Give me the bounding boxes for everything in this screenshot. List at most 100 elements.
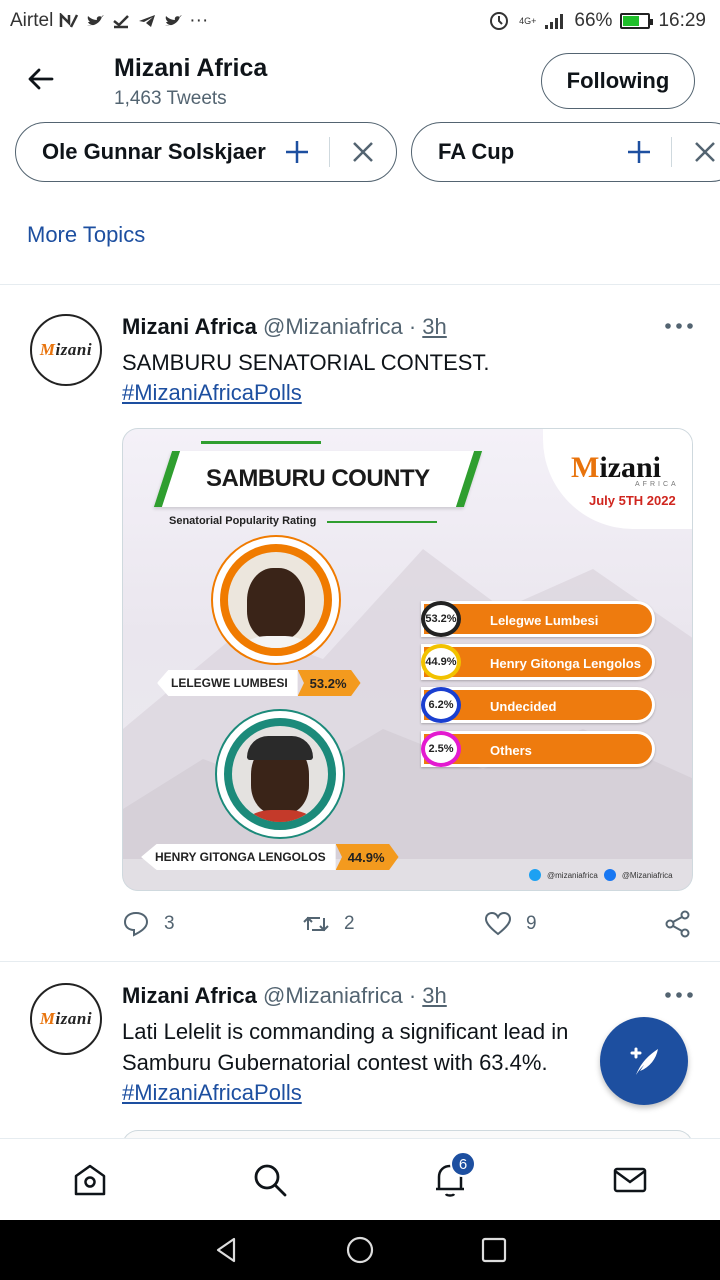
poll-option-label: Undecided: [490, 699, 557, 714]
poll-percent: 53.2%: [421, 601, 461, 637]
rating-label: Senatorial Popularity Rating: [169, 515, 317, 527]
poll-image-card[interactable]: SAMBURU COUNTY Senatorial Popularity Rat…: [122, 428, 693, 891]
reply-action[interactable]: 3: [122, 910, 175, 938]
battery-percent: 66%: [574, 10, 613, 31]
candidate-photo-ring: [211, 535, 341, 665]
tweet-author-name[interactable]: Mizani Africa: [122, 983, 257, 1008]
share-icon[interactable]: [664, 910, 692, 938]
tweet-actions: 3 2 9: [122, 910, 702, 940]
poll-option-label: Others: [490, 743, 532, 758]
clock: 16:29: [658, 10, 706, 31]
county-title: SAMBURU COUNTY: [206, 465, 430, 492]
signal-icon: [545, 14, 564, 29]
tweet-header: Mizani Africa @Mizaniafrica · 3h: [122, 314, 447, 340]
retweet-count: 2: [344, 913, 355, 934]
avatar[interactable]: Mizani: [30, 983, 102, 1055]
candidate-photo-ring: [215, 709, 345, 839]
tweet-divider: [0, 961, 720, 962]
notifications-badge: 6: [450, 1151, 476, 1177]
download-icon: [113, 15, 130, 29]
rating-underline: [327, 521, 437, 523]
more-options-icon[interactable]: [664, 991, 694, 999]
facebook-icon: [603, 869, 616, 881]
compose-feather-icon: [630, 1047, 658, 1075]
banner-accent-line: [201, 441, 321, 444]
following-button[interactable]: Following: [541, 53, 695, 109]
more-options-icon[interactable]: [664, 322, 694, 330]
system-home-icon[interactable]: [346, 1236, 374, 1264]
dismiss-topic-close-icon[interactable]: [350, 139, 376, 165]
data-saver-icon: [490, 12, 509, 30]
share-action[interactable]: [664, 910, 692, 938]
hashtag-link[interactable]: #MizaniAfricaPolls: [122, 380, 302, 406]
follow-topic-plus-icon[interactable]: [624, 137, 654, 167]
carrier-label: Airtel: [10, 10, 54, 31]
tweet-text: Lati Lelelit is commanding a significant…: [122, 1019, 569, 1075]
compose-tweet-button[interactable]: [600, 1017, 688, 1105]
dismiss-topic-close-icon[interactable]: [692, 139, 718, 165]
system-navigation-bar: [0, 1220, 720, 1280]
card-socials: @mizaniafrica @Mizaniafrica: [529, 869, 673, 881]
status-left: Airtel ···: [10, 10, 208, 32]
reply-icon[interactable]: [122, 910, 150, 938]
topic-label: Ole Gunnar Solskjaer: [42, 139, 266, 164]
tweet-handle[interactable]: @Mizaniafrica: [263, 983, 403, 1008]
messages-envelope-icon[interactable]: [611, 1161, 649, 1199]
topic-chip[interactable]: FA Cup: [411, 122, 720, 182]
battery-fill: [623, 16, 640, 26]
tweet-header: Mizani Africa @Mizaniafrica · 3h: [122, 983, 447, 1009]
candidate-face: [228, 568, 324, 648]
tweet-handle[interactable]: @Mizaniafrica: [263, 314, 403, 339]
telegram-icon: [139, 15, 156, 27]
retweet-icon[interactable]: [302, 910, 330, 938]
tweet-text: SAMBURU SENATORIAL CONTEST.: [122, 350, 490, 375]
candidate-photo: [220, 544, 332, 656]
status-right: 4G+ 66% 16:29: [489, 10, 706, 32]
search-icon[interactable]: [251, 1161, 289, 1199]
tweet-dot: ·: [408, 314, 417, 339]
home-icon[interactable]: [71, 1161, 109, 1199]
candidate-percent: 53.2%: [297, 670, 361, 696]
candidate-percent: 44.9%: [335, 844, 399, 870]
network-type: 4G+: [519, 15, 537, 26]
candidate-photo: [224, 718, 336, 830]
chip-separator: [671, 137, 672, 167]
topic-label: FA Cup: [438, 139, 515, 164]
twitter-icon: [165, 15, 183, 26]
topic-chip[interactable]: Ole Gunnar Solskjaer: [15, 122, 397, 182]
like-action[interactable]: 9: [484, 910, 537, 938]
notification-icon: [60, 13, 79, 28]
poll-percent: 2.5%: [421, 731, 461, 767]
brand-subtitle: AFRICA: [635, 481, 679, 488]
status-bar: Airtel ··· 4G+ 66% 16:29: [0, 0, 720, 42]
tweet-author-name[interactable]: Mizani Africa: [122, 314, 257, 339]
follow-topic-plus-icon[interactable]: [282, 137, 312, 167]
bottom-navigation: 6: [0, 1138, 720, 1220]
tweet[interactable]: Mizani Mizani Africa @Mizaniafrica · 3h …: [0, 314, 720, 954]
battery-icon: [620, 13, 654, 29]
more-topics-link[interactable]: More Topics: [27, 222, 145, 248]
system-back-icon[interactable]: [212, 1236, 240, 1264]
avatar-logo: Mizani: [39, 340, 93, 359]
topics-row: Ole Gunnar Solskjaer FA Cup: [0, 120, 720, 184]
twitter-icon: [529, 869, 541, 881]
heart-icon[interactable]: [484, 910, 512, 938]
candidate-face: [232, 736, 328, 822]
poll-percent: 6.2%: [421, 687, 461, 723]
avatar[interactable]: Mizani: [30, 314, 102, 386]
page-title: Mizani Africa: [114, 54, 268, 82]
tweet-time[interactable]: 3h: [422, 314, 446, 339]
hashtag-link[interactable]: #MizaniAfricaPolls: [122, 1080, 302, 1106]
twitter-handle: @mizaniafrica: [547, 870, 598, 880]
chip-separator: [329, 137, 330, 167]
retweet-action[interactable]: 2: [302, 910, 355, 938]
section-divider: [0, 284, 720, 285]
poll-option-label: Henry Gitonga Lengolos: [490, 656, 641, 671]
like-count: 9: [526, 913, 537, 934]
tweet-time[interactable]: 3h: [422, 983, 446, 1008]
back-arrow-icon[interactable]: [26, 64, 56, 94]
system-recents-icon[interactable]: [480, 1236, 508, 1264]
candidate-tag: HENRY GITONGA LENGOLOS 44.9%: [141, 843, 399, 871]
candidate-name: HENRY GITONGA LENGOLOS: [141, 844, 336, 870]
tweet-dot: ·: [408, 983, 417, 1008]
